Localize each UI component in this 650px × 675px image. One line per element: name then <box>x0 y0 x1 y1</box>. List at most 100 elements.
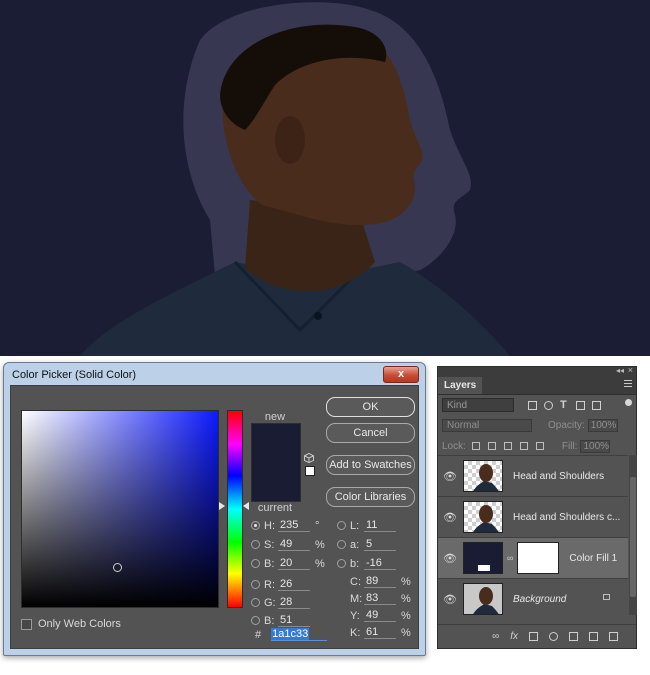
field-brightness[interactable]: B: 20 % <box>251 557 325 570</box>
eye-icon[interactable]: 👁 <box>443 593 457 606</box>
b-input[interactable]: 51 <box>278 614 310 627</box>
color-libraries-button[interactable]: Color Libraries <box>326 487 415 507</box>
y-input[interactable]: 49 <box>364 609 396 622</box>
current-color-swatch[interactable] <box>251 463 301 502</box>
layer-name: Color Fill 1 <box>569 552 618 564</box>
m-input[interactable]: 83 <box>364 592 396 605</box>
adjustment-filter-icon[interactable] <box>544 400 553 410</box>
layer-list: 👁 Head and Shoulders 👁 Head and Shoulder… <box>438 455 628 619</box>
layer-row[interactable]: 👁 Head and Shoulders c... <box>438 496 628 537</box>
current-label: current <box>257 502 293 514</box>
new-group-icon[interactable] <box>569 632 578 641</box>
field-l[interactable]: L: 11 <box>337 519 396 532</box>
link-icon[interactable]: ∞ <box>507 553 513 563</box>
cancel-button[interactable]: Cancel <box>326 423 415 443</box>
color-cursor[interactable] <box>113 563 122 572</box>
c-input[interactable]: 89 <box>364 575 396 588</box>
new-color-swatch <box>251 423 301 465</box>
l-input[interactable]: 11 <box>364 519 396 532</box>
lock-all-icon[interactable] <box>535 442 544 450</box>
field-r[interactable]: R: 26 <box>251 578 310 591</box>
layer-row[interactable]: 👁 Background <box>438 578 628 619</box>
field-h[interactable]: H: 235 ° <box>251 519 325 532</box>
cube-icon[interactable] <box>304 453 314 463</box>
field-a[interactable]: a: 5 <box>337 538 396 551</box>
s-input[interactable]: 49 <box>278 538 310 551</box>
panel-top-bar: ◂◂ × <box>438 365 636 377</box>
hue-arrow-left-icon[interactable] <box>219 502 225 510</box>
field-s[interactable]: S: 49 % <box>251 538 325 551</box>
radio-brightness[interactable] <box>251 559 260 568</box>
radio-r[interactable] <box>251 580 260 589</box>
hex-input[interactable]: 1a1c33 <box>271 628 328 641</box>
scrollbar-thumb[interactable] <box>630 477 636 597</box>
only-web-colors[interactable]: Only Web Colors <box>21 618 121 630</box>
brightness-input[interactable]: 20 <box>278 557 310 570</box>
filter-kind-select[interactable]: Kind <box>442 398 514 412</box>
collapse-icon[interactable]: ◂◂ <box>616 366 624 375</box>
field-m[interactable]: M: 83 % <box>350 592 411 605</box>
lock-artboard-icon[interactable] <box>519 442 528 450</box>
hue-slider[interactable] <box>227 410 243 608</box>
pixel-filter-icon[interactable] <box>528 400 537 410</box>
radio-lab-b[interactable] <box>337 559 346 568</box>
radio-s[interactable] <box>251 540 260 549</box>
filter-toggle-icon[interactable] <box>625 399 632 406</box>
layers-scrollbar[interactable] <box>629 455 637 615</box>
eye-icon[interactable]: 👁 <box>443 552 457 565</box>
layer-thumbnail <box>463 460 503 492</box>
add-to-swatches-button[interactable]: Add to Swatches <box>326 455 415 475</box>
ok-button[interactable]: OK <box>326 397 415 417</box>
hex-field[interactable]: # 1a1c33 <box>255 628 328 641</box>
shape-filter-icon[interactable] <box>576 400 585 410</box>
lock-transparent-icon[interactable] <box>471 442 480 450</box>
tab-layers[interactable]: Layers <box>438 377 483 394</box>
hue-arrow-right-icon[interactable] <box>243 502 249 510</box>
radio-h[interactable] <box>251 521 260 530</box>
a-input[interactable]: 5 <box>364 538 396 551</box>
new-layer-icon[interactable] <box>589 632 598 641</box>
r-input[interactable]: 26 <box>278 578 310 591</box>
add-mask-icon[interactable] <box>529 632 538 641</box>
link-layers-icon[interactable]: ∞ <box>492 631 499 642</box>
close-button[interactable]: x <box>383 366 419 383</box>
radio-g[interactable] <box>251 598 260 607</box>
field-k[interactable]: K: 61 % <box>350 626 411 639</box>
smart-object-filter-icon[interactable] <box>592 400 601 410</box>
only-web-colors-checkbox[interactable] <box>21 618 32 630</box>
eye-icon[interactable]: 👁 <box>443 511 457 524</box>
layer-mask-thumbnail <box>517 542 560 574</box>
radio-l[interactable] <box>337 521 346 530</box>
radio-b[interactable] <box>251 616 260 625</box>
layer-name: Head and Shoulders <box>513 470 605 482</box>
blend-mode-select[interactable]: Normal <box>442 418 532 432</box>
websafe-swatch-icon[interactable] <box>305 466 315 476</box>
adjustment-layer-icon[interactable] <box>549 632 558 641</box>
lock-image-icon[interactable] <box>487 442 496 450</box>
lab-b-input[interactable]: -16 <box>364 557 396 570</box>
opacity-input[interactable]: 100% <box>587 418 618 432</box>
k-input[interactable]: 61 <box>364 626 396 639</box>
field-y[interactable]: Y: 49 % <box>350 609 411 622</box>
h-input[interactable]: 235 <box>278 519 310 532</box>
field-c[interactable]: C: 89 % <box>350 575 411 588</box>
lock-position-icon[interactable] <box>503 442 512 450</box>
layer-row[interactable]: 👁 Head and Shoulders <box>438 455 628 496</box>
radio-a[interactable] <box>337 540 346 549</box>
field-g[interactable]: G: 28 <box>251 596 310 609</box>
saturation-brightness-field[interactable] <box>21 410 219 608</box>
layer-row[interactable]: 👁 ∞ Color Fill 1 <box>438 537 628 578</box>
fx-icon[interactable]: fx <box>510 631 518 642</box>
field-lab-b[interactable]: b: -16 <box>337 557 396 570</box>
g-input[interactable]: 28 <box>278 596 310 609</box>
fill-input[interactable]: 100% <box>580 439 611 453</box>
type-filter-icon[interactable]: T <box>560 399 569 410</box>
color-picker-dialog: Color Picker (Solid Color) x Only Web Co… <box>3 362 426 656</box>
panel-menu-icon[interactable] <box>624 380 632 388</box>
eye-icon[interactable]: 👁 <box>443 470 457 483</box>
field-b[interactable]: B: 51 <box>251 614 310 627</box>
trash-icon[interactable] <box>609 632 618 641</box>
panel-close-icon[interactable]: × <box>628 365 633 375</box>
close-icon: x <box>397 368 405 380</box>
blend-row: Normal Opacity: 100% <box>442 418 632 432</box>
